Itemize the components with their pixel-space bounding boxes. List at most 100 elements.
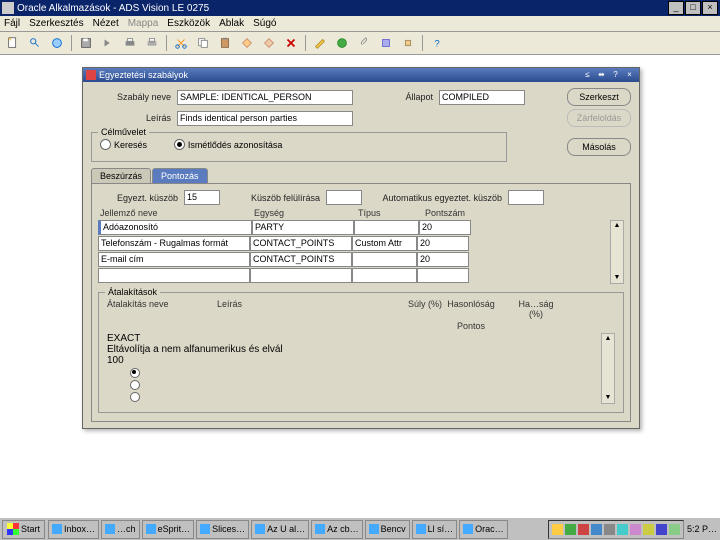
leiras-field[interactable]: Finds identical person parties [177, 111, 353, 126]
cell-pontszam[interactable]: 20 [417, 236, 469, 251]
menu-eszkozok[interactable]: Eszközök [167, 18, 210, 29]
hdr-tipus: Típus [356, 208, 423, 218]
cell-at-leiras[interactable]: Eltávolítja a nem alfanumerikus és elvál [107, 344, 293, 355]
tab-pontozas[interactable]: Pontozás [152, 168, 208, 183]
tray-icon[interactable] [565, 524, 576, 535]
menu-ablak[interactable]: Ablak [219, 18, 244, 29]
hdr-egyseg: Egység [252, 208, 356, 218]
hdr-at-hasonpct: Ha…ság (%) [511, 299, 561, 319]
tb-new-icon[interactable] [4, 34, 22, 52]
at-scrollbar[interactable]: ▲▼ [601, 333, 615, 404]
tray-icon[interactable] [656, 524, 667, 535]
auto-kuszob-field[interactable] [508, 190, 544, 205]
cell-at-radio[interactable] [107, 368, 163, 378]
modal-prev-icon[interactable]: ≤ [581, 70, 594, 81]
modal-titlebar: Egyeztetési szabályok ≤ ⬌ ? × [83, 68, 639, 82]
szabaly-neve-field[interactable]: SAMPLE: IDENTICAL_PERSON [177, 90, 353, 105]
tb-edit-icon[interactable] [311, 34, 329, 52]
tray-icon[interactable] [604, 524, 615, 535]
task-icon [416, 524, 426, 534]
cell-tipus[interactable] [352, 252, 417, 267]
tab-beszurzas[interactable]: Beszúrzás [91, 168, 151, 183]
tray-icon[interactable] [669, 524, 680, 535]
taskbar-task[interactable]: Inbox… [48, 520, 99, 539]
taskbar-task[interactable]: …ch [101, 520, 140, 539]
taskbar-task[interactable]: Slices… [196, 520, 249, 539]
modal-close-icon[interactable]: × [623, 70, 636, 81]
allapot-field[interactable]: COMPILED [439, 90, 525, 105]
modal-expand-icon[interactable]: ⬌ [595, 70, 608, 81]
menu-fajl[interactable]: Fájl [4, 18, 20, 29]
maximize-button[interactable]: □ [685, 1, 701, 15]
masolas-button[interactable]: Másolás [567, 138, 631, 156]
grid-scrollbar[interactable]: ▲▼ [610, 220, 624, 284]
cell-egyseg[interactable]: CONTACT_POINTS [250, 236, 352, 251]
cell-jellemzo[interactable]: Adóazonosító [98, 220, 252, 235]
szerkeszt-button[interactable]: Szerkeszt [567, 88, 631, 106]
hdr-pontszam: Pontszám [423, 208, 477, 218]
taskbar-task[interactable]: Ll sí… [412, 520, 458, 539]
kereses-radio[interactable]: Keresés [100, 139, 147, 150]
ismetlodes-radio[interactable]: Ismétlődés azonosítása [174, 139, 283, 150]
egyezt-kuszob-field[interactable]: 15 [184, 190, 220, 205]
cell-pontszam[interactable]: 20 [419, 220, 471, 235]
tb-next-icon[interactable] [99, 34, 117, 52]
cell-at-suly[interactable]: 100 [107, 355, 139, 366]
tb-save-icon[interactable] [77, 34, 95, 52]
menu-sugo[interactable]: Súgó [253, 18, 276, 29]
cell-egyseg[interactable] [250, 268, 352, 283]
cell-egyseg[interactable]: CONTACT_POINTS [250, 252, 352, 267]
menu-nezet[interactable]: Nézet [93, 18, 119, 29]
zarfeloldas-button[interactable]: Zárfeloldás [567, 109, 631, 127]
tb-folder-icon[interactable] [399, 34, 417, 52]
cell-jellemzo[interactable]: E-mail cím [98, 252, 250, 267]
tray-icon[interactable] [591, 524, 602, 535]
kuszob-felul-field[interactable] [326, 190, 362, 205]
taskbar-task[interactable]: Orac… [459, 520, 508, 539]
tray-icon[interactable] [643, 524, 654, 535]
taskbar-task[interactable]: eSprit… [142, 520, 195, 539]
tray-icon[interactable] [630, 524, 641, 535]
modal-title: Egyeztetési szabályok [99, 70, 188, 80]
tb-translate-icon[interactable] [333, 34, 351, 52]
cell-jellemzo[interactable] [98, 268, 250, 283]
cell-at-neve[interactable]: EXACT [107, 333, 213, 344]
celmuvelet-group: Célművelet Keresés Ismétlődés azonosítás… [91, 132, 507, 162]
tb-paste-icon[interactable] [216, 34, 234, 52]
cell-tipus[interactable] [352, 268, 417, 283]
tb-cut-icon[interactable] [172, 34, 190, 52]
tray-icon[interactable] [578, 524, 589, 535]
tb-tool-icon[interactable] [377, 34, 395, 52]
cell-tipus[interactable] [354, 220, 419, 235]
tb-print-icon[interactable] [121, 34, 139, 52]
table-row [107, 392, 601, 402]
tb-help-icon[interactable]: ? [428, 34, 446, 52]
tb-clear2-icon[interactable] [260, 34, 278, 52]
modal-help-icon[interactable]: ? [609, 70, 622, 81]
menu-szerkesztes[interactable]: Szerkesztés [29, 18, 83, 29]
tb-attach-icon[interactable] [355, 34, 373, 52]
minimize-button[interactable]: _ [668, 1, 684, 15]
cell-at-radio[interactable] [107, 380, 163, 390]
hdr-at-suly: Súly (%) [407, 299, 443, 319]
taskbar-task[interactable]: Az cb… [311, 520, 363, 539]
cell-egyseg[interactable]: PARTY [252, 220, 354, 235]
cell-pontszam[interactable]: 20 [417, 252, 469, 267]
cell-at-radio[interactable] [107, 392, 163, 402]
close-button[interactable]: × [702, 1, 718, 15]
tray-icon[interactable] [617, 524, 628, 535]
tb-copy-icon[interactable] [194, 34, 212, 52]
tb-clear-icon[interactable] [238, 34, 256, 52]
tb-print2-icon[interactable] [143, 34, 161, 52]
cell-tipus[interactable]: Custom Attr [352, 236, 417, 251]
cell-pontszam[interactable] [417, 268, 469, 283]
cell-jellemzo[interactable]: Telefonszám - Rugalmas formát [98, 236, 250, 251]
menu-mappa[interactable]: Mappa [128, 18, 159, 29]
tb-find-icon[interactable] [26, 34, 44, 52]
start-button[interactable]: Start [2, 520, 45, 539]
taskbar-task[interactable]: Az U al… [251, 520, 309, 539]
tb-nav-icon[interactable] [48, 34, 66, 52]
tb-delete-icon[interactable] [282, 34, 300, 52]
taskbar-task[interactable]: Bencv [365, 520, 410, 539]
tray-icon[interactable] [552, 524, 563, 535]
